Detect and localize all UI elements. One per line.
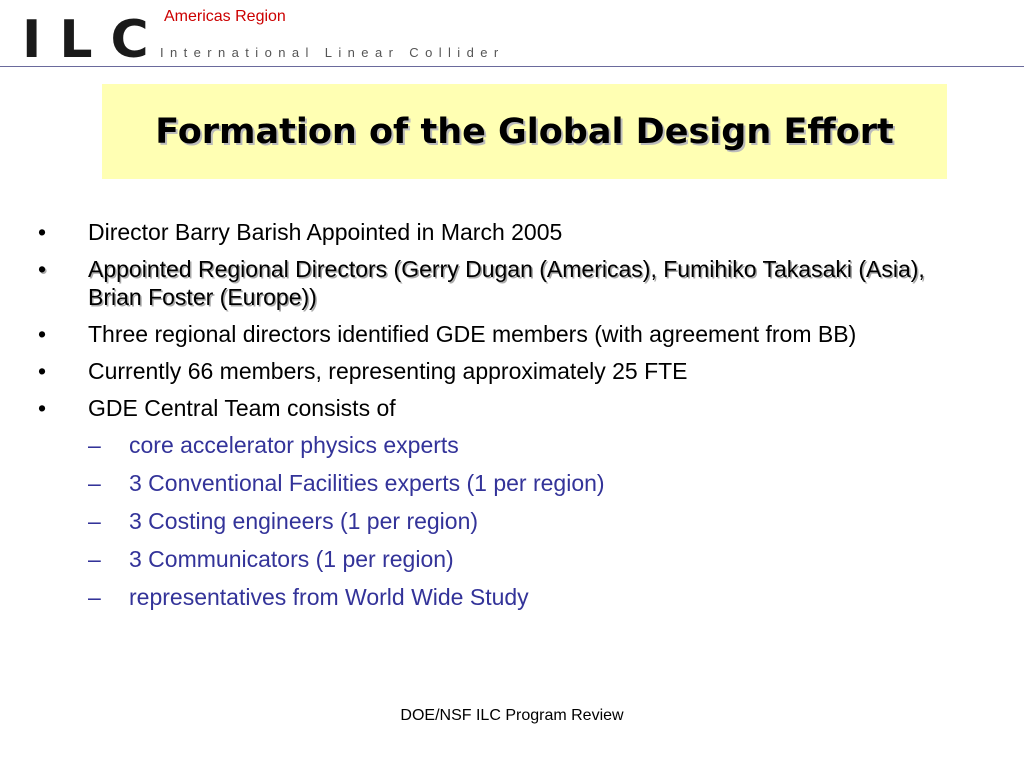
ilc-logo: ILC <box>22 10 167 70</box>
bullet-item: • Appointed Regional Directors (Gerry Du… <box>0 255 936 311</box>
bullet-item: • GDE Central Team consists of <box>0 394 936 422</box>
sub-bullet-marker: – <box>88 508 101 534</box>
sub-bullet-item: – 3 Costing engineers (1 per region) <box>0 507 1024 535</box>
bullet-marker: • <box>38 395 47 421</box>
bullet-item: • Currently 66 members, representing app… <box>0 357 936 385</box>
bullet-text: Three regional directors identified GDE … <box>88 321 857 347</box>
region-label: Americas Region <box>164 8 286 25</box>
title-box: Formation of the Global Design Effort <box>102 84 947 179</box>
bullet-item: • Director Barry Barish Appointed in Mar… <box>0 218 936 246</box>
bullet-text: GDE Central Team consists of <box>88 395 396 421</box>
sub-bullet-text: 3 Costing engineers (1 per region) <box>129 508 479 534</box>
sub-bullet-item: – representatives from World Wide Study <box>0 583 1024 611</box>
sub-bullet-text: 3 Conventional Facilities experts (1 per… <box>129 470 605 496</box>
bullet-marker: • <box>38 219 47 245</box>
bullet-marker: • <box>38 256 47 282</box>
bullet-text: Currently 66 members, representing appro… <box>88 358 688 384</box>
logo-subtitle: International Linear Collider <box>160 45 505 60</box>
header-divider <box>0 66 1024 67</box>
sub-bullet-marker: – <box>88 432 101 458</box>
sub-bullet-text: core accelerator physics experts <box>129 432 459 458</box>
sub-bullet-marker: – <box>88 546 101 572</box>
bullet-item: • Three regional directors identified GD… <box>0 320 936 348</box>
sub-bullet-marker: – <box>88 470 101 496</box>
bullet-text: Director Barry Barish Appointed in March… <box>88 219 563 245</box>
bullet-text: Appointed Regional Directors (Gerry Duga… <box>88 256 925 310</box>
bullet-marker: • <box>38 321 47 347</box>
sub-bullet-item: – 3 Conventional Facilities experts (1 p… <box>0 469 1024 497</box>
sub-bullet-item: – core accelerator physics experts <box>0 431 1024 459</box>
bullet-marker: • <box>38 358 47 384</box>
slide-title: Formation of the Global Design Effort <box>155 111 894 152</box>
sub-bullet-text: 3 Communicators (1 per region) <box>129 546 454 572</box>
sub-bullet-text: representatives from World Wide Study <box>129 584 529 610</box>
footer-text: DOE/NSF ILC Program Review <box>400 707 624 724</box>
bullet-list: • Director Barry Barish Appointed in Mar… <box>0 218 1024 621</box>
sub-bullet-marker: – <box>88 584 101 610</box>
sub-bullet-item: – 3 Communicators (1 per region) <box>0 545 1024 573</box>
